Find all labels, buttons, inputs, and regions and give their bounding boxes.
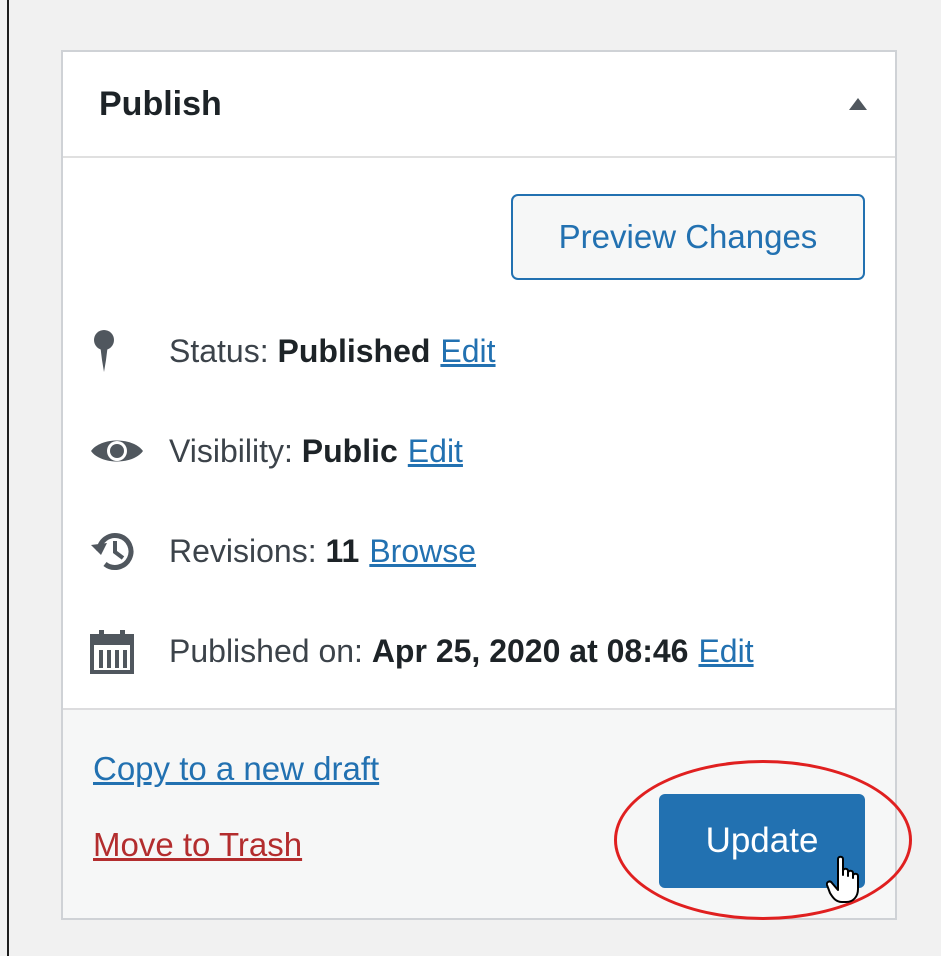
calendar-icon — [89, 626, 159, 676]
published-date-value: Apr 25, 2020 at 08:46 — [371, 632, 689, 669]
revisions-count: 11 — [325, 532, 360, 569]
status-label: Status: Published — [169, 332, 431, 369]
status-value: Published — [277, 332, 431, 369]
published-on-row: Published on: Apr 25, 2020 at 08:46 Edit — [89, 626, 754, 676]
copy-to-draft-link[interactable]: Copy to a new draft — [93, 750, 379, 788]
revisions-browse-link[interactable]: Browse — [369, 533, 476, 570]
eye-icon — [89, 426, 159, 476]
published-on-edit-link[interactable]: Edit — [698, 633, 753, 670]
preview-changes-button[interactable]: Preview Changes — [511, 194, 865, 280]
visibility-value: Public — [301, 432, 398, 469]
visibility-label: Visibility: Public — [169, 432, 398, 469]
pin-icon — [89, 326, 159, 376]
visibility-row: Visibility: Public Edit — [89, 426, 463, 476]
history-icon — [89, 526, 159, 576]
status-row: Status: Published Edit — [89, 326, 496, 376]
panel-body: Preview Changes Status: Published Edit V… — [63, 158, 895, 710]
publish-panel: Publish Preview Changes Status: Publishe… — [61, 50, 897, 920]
move-to-trash-link[interactable]: Move to Trash — [93, 826, 302, 864]
status-edit-link[interactable]: Edit — [440, 333, 495, 370]
published-on-label: Published on: Apr 25, 2020 at 08:46 — [169, 632, 689, 669]
major-publishing-actions: Copy to a new draft Move to Trash Update — [63, 708, 895, 918]
visibility-edit-link[interactable]: Edit — [408, 433, 463, 470]
collapse-toggle-icon[interactable] — [849, 98, 867, 110]
revisions-label: Revisions: 11 — [169, 532, 360, 569]
panel-title: Publish — [99, 84, 222, 123]
panel-header: Publish — [63, 52, 895, 158]
revisions-row: Revisions: 11 Browse — [89, 526, 476, 576]
hand-cursor-icon — [825, 855, 864, 910]
